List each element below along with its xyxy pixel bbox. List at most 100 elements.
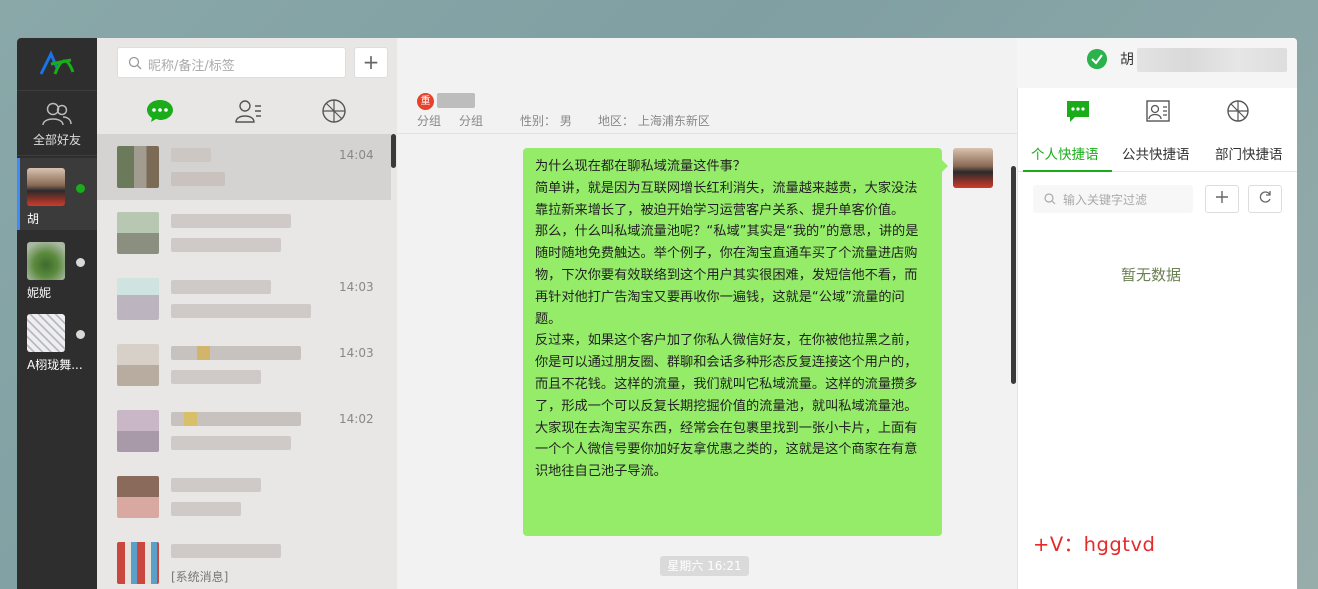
message-paragraph: 大家现在去淘宝买东西，经常会在包裹里找到一张小卡片，上面有一个个人微信号要你加好… bbox=[535, 420, 918, 480]
search-icon bbox=[1044, 193, 1056, 205]
vip-badge: 重 bbox=[417, 93, 434, 110]
message-preview bbox=[171, 304, 311, 318]
gender-label: 性别： 男 bbox=[520, 114, 572, 128]
avatar bbox=[117, 278, 159, 320]
contact-name bbox=[171, 412, 301, 426]
moments-tab-icon[interactable] bbox=[319, 98, 349, 124]
friends-icon bbox=[42, 102, 72, 126]
avatar bbox=[27, 242, 65, 280]
online-status-dot bbox=[76, 184, 85, 193]
quick-reply-tabs: 个人快捷语 公共快捷语 部门快捷语 bbox=[1018, 134, 1297, 172]
contact-name bbox=[171, 280, 271, 294]
contact-card-icon[interactable] bbox=[1144, 98, 1172, 124]
account-item-1[interactable]: 胡 bbox=[17, 158, 97, 230]
account-name: 胡 bbox=[27, 212, 40, 226]
moments-icon[interactable] bbox=[1224, 98, 1252, 124]
add-contact-button[interactable]: + bbox=[354, 47, 388, 78]
user-name-blurred bbox=[1137, 48, 1287, 72]
app-window: 全部好友 胡 妮妮 A栩珑舞... 昵称/备注/标签 + 14:04 14:03… bbox=[17, 38, 1297, 589]
account-name: A栩珑舞... bbox=[27, 358, 83, 372]
tab-personal-quick-reply[interactable]: 个人快捷语 bbox=[1031, 143, 1099, 163]
chat-bubble-icon[interactable] bbox=[1064, 98, 1092, 124]
my-avatar[interactable] bbox=[953, 148, 993, 188]
message-paragraph: 反过来，如果这个客户加了你私人微信好友，在你被他拉黑之前，你是可以通过朋友圈、群… bbox=[535, 333, 918, 414]
all-friends-label: 全部好友 bbox=[32, 133, 81, 147]
day-timestamp: 星期六 16:21 bbox=[660, 556, 749, 576]
message-preview bbox=[171, 370, 261, 384]
right-icon-tabs bbox=[1018, 88, 1297, 134]
empty-state-text: 暂无数据 bbox=[1121, 266, 1182, 284]
all-friends-button[interactable]: 全部好友 bbox=[17, 90, 97, 156]
avatar bbox=[27, 314, 65, 352]
search-icon bbox=[128, 56, 142, 70]
list-scrollbar[interactable] bbox=[391, 134, 396, 168]
message-time: 14:04 bbox=[339, 148, 374, 162]
conversation-item[interactable]: 14:04 bbox=[97, 134, 391, 200]
account-name: 妮妮 bbox=[27, 286, 52, 300]
chat-tab-icon[interactable] bbox=[145, 98, 175, 124]
avatar bbox=[117, 410, 159, 452]
conversation-item[interactable]: 14:03 bbox=[97, 332, 391, 398]
active-tab-indicator bbox=[1023, 170, 1112, 172]
tab-department-quick-reply[interactable]: 部门快捷语 bbox=[1215, 143, 1283, 163]
avatar bbox=[117, 344, 159, 386]
group-label: 分组 bbox=[417, 114, 442, 128]
offline-status-dot bbox=[76, 258, 85, 267]
offline-status-dot bbox=[76, 330, 85, 339]
list-tabs bbox=[97, 88, 397, 134]
add-quick-reply-button[interactable] bbox=[1205, 185, 1239, 213]
conversation-item[interactable]: 14:03 bbox=[97, 266, 391, 332]
online-check-icon bbox=[1087, 49, 1107, 69]
avatar bbox=[117, 542, 159, 584]
message-time: 14:03 bbox=[339, 346, 374, 360]
contact-name bbox=[171, 478, 261, 492]
contact-search-input[interactable]: 昵称/备注/标签 bbox=[117, 47, 346, 78]
avatar bbox=[27, 168, 65, 206]
quick-reply-panel: 个人快捷语 公共快捷语 部门快捷语 输入关键字过滤 暂无数据 bbox=[1017, 88, 1297, 589]
avatar bbox=[117, 476, 159, 518]
region-label: 地区： 上海浦东新区 bbox=[598, 114, 710, 128]
contact-name-blurred bbox=[437, 93, 475, 108]
account-sidebar: 全部好友 胡 妮妮 A栩珑舞... bbox=[17, 38, 97, 589]
contact-name bbox=[171, 148, 211, 162]
avatar bbox=[117, 146, 159, 188]
message-paragraph: 那么，什么叫私域流量池呢？“私域”其实是“我的”的意思，讲的是随时随地免费触达。… bbox=[535, 224, 919, 327]
chat-header: 重 分组 分组 性别： 男 地区： 上海浦东新区 bbox=[397, 88, 1017, 134]
conversation-item[interactable] bbox=[97, 464, 391, 530]
current-user-name: 胡 bbox=[1120, 52, 1134, 68]
refresh-icon bbox=[1259, 191, 1271, 203]
contact-name bbox=[171, 544, 281, 558]
refresh-button[interactable] bbox=[1248, 185, 1282, 213]
account-item-3[interactable]: A栩珑舞... bbox=[17, 304, 97, 376]
avatar bbox=[117, 212, 159, 254]
keyword-placeholder: 输入关键字过滤 bbox=[1063, 193, 1148, 207]
message-preview bbox=[171, 172, 225, 186]
group2-label: 分组 bbox=[459, 114, 484, 128]
contact-name bbox=[171, 346, 301, 360]
account-item-2[interactable]: 妮妮 bbox=[17, 232, 97, 304]
tab-public-quick-reply[interactable]: 公共快捷语 bbox=[1122, 143, 1190, 163]
plus-icon bbox=[1216, 191, 1228, 203]
message-paragraph: 为什么现在都在聊私域流量这件事？ bbox=[535, 159, 746, 174]
conversation-item[interactable]: [系统消息] bbox=[97, 530, 391, 589]
message-time: 14:03 bbox=[339, 280, 374, 294]
message-preview: [系统消息] bbox=[171, 570, 229, 584]
message-bubble[interactable]: 为什么现在都在聊私域流量这件事？ 简单讲，就是因为互联网增长红利消失，流量越来越… bbox=[523, 148, 948, 536]
contacts-tab-icon[interactable] bbox=[233, 98, 263, 124]
contact-watermark: +V：hggtvd bbox=[1033, 533, 1156, 556]
conversation-list-panel: 昵称/备注/标签 + 14:04 14:03 14:03 14:02 [系统消息… bbox=[97, 38, 397, 589]
app-logo bbox=[39, 50, 75, 75]
keyword-filter-input[interactable]: 输入关键字过滤 bbox=[1033, 185, 1193, 213]
search-placeholder: 昵称/备注/标签 bbox=[148, 59, 235, 74]
message-preview bbox=[171, 502, 241, 516]
message-preview bbox=[171, 436, 291, 450]
chat-panel: 重 分组 分组 性别： 男 地区： 上海浦东新区 为什么现在都在聊私域流量这件事… bbox=[397, 38, 1017, 589]
message-preview bbox=[171, 238, 281, 252]
conversation-item[interactable]: 14:02 bbox=[97, 398, 391, 464]
chat-scrollbar[interactable] bbox=[1011, 166, 1016, 384]
message-paragraph: 简单讲，就是因为互联网增长红利消失，流量越来越贵，大家没法靠拉新来增长了，被迫开… bbox=[535, 180, 918, 218]
message-time: 14:02 bbox=[339, 412, 374, 426]
contact-name bbox=[171, 214, 291, 228]
conversation-rows: 14:04 14:03 14:03 14:02 [系统消息] bbox=[97, 134, 397, 589]
conversation-item[interactable] bbox=[97, 200, 391, 266]
